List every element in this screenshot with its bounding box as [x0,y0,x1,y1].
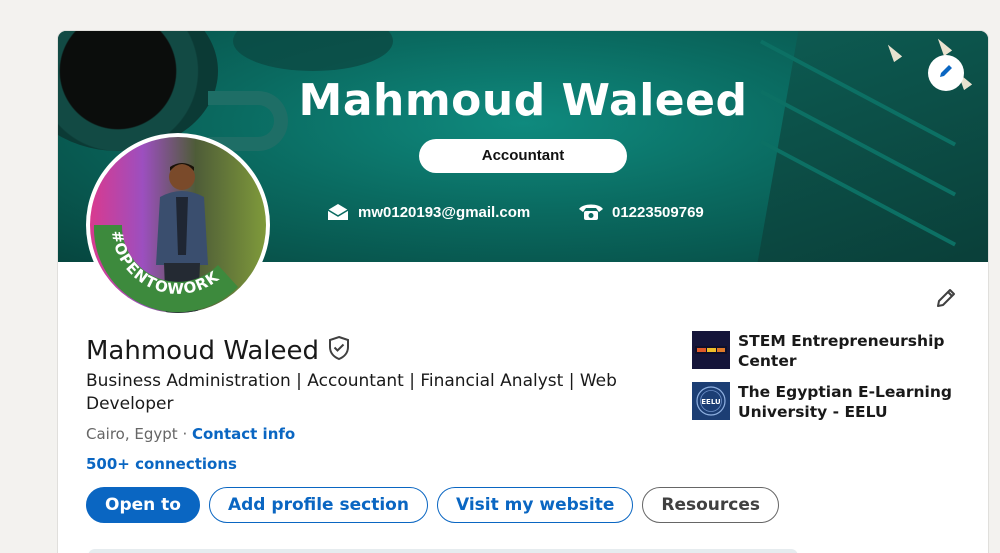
org-item-stem[interactable]: STEM Entrepreneurship Center [692,331,952,371]
connections-link[interactable]: 500+ connections [86,455,237,473]
profile-card: Mahmoud Waleed Accountant mw0120193@gmai… [58,31,988,553]
shield-check-icon[interactable] [327,335,351,366]
banner-title: Mahmoud Waleed [298,75,748,126]
pencil-icon [937,62,955,85]
pencil-icon [934,286,958,315]
name-row: Mahmoud Waleed [86,335,351,366]
opentowork-ring: #OPENTOWORK [93,225,238,313]
profile-actions: Open to Add profile section Visit my web… [86,487,780,523]
mail-icon [326,203,350,221]
org-name: STEM Entrepreneurship Center [738,332,945,370]
location-row: Cairo, Egypt · Contact info [86,425,295,443]
profile-name: Mahmoud Waleed [86,335,320,366]
banner-role-pill: Accountant [419,139,627,173]
edit-intro-button[interactable] [930,284,962,316]
coffee-cup-decoration [58,31,218,151]
contact-info-link[interactable]: Contact info [192,425,295,443]
eelu-logo-text: EELU [701,398,721,406]
eelu-logo: EELU [692,382,730,420]
resources-button[interactable]: Resources [642,487,780,523]
banner-phone-row: 01223509769 [578,203,704,221]
location-separator: · [177,425,192,443]
edit-banner-button[interactable] [928,55,964,91]
organizations-list: STEM Entrepreneurship Center EELU The Eg… [692,331,952,433]
saucer-decoration [233,31,393,71]
phone-icon [578,203,604,221]
banner-email: mw0120193@gmail.com [358,203,531,221]
org-item-eelu[interactable]: EELU The Egyptian E-Learning University … [692,382,952,422]
profile-location: Cairo, Egypt [86,425,178,443]
next-section-preview [88,549,798,553]
org-name: The Egyptian E-Learning University - EEL… [738,383,953,421]
profile-headline: Business Administration | Accountant | F… [86,371,617,414]
profile-photo[interactable]: #OPENTOWORK [86,133,270,317]
open-to-button[interactable]: Open to [86,487,200,523]
visit-website-button[interactable]: Visit my website [436,487,634,523]
banner-phone: 01223509769 [612,203,704,221]
add-profile-section-button[interactable]: Add profile section [208,487,428,523]
avatar: #OPENTOWORK [90,137,266,313]
banner-email-row: mw0120193@gmail.com [326,203,530,221]
stem-logo [692,331,730,369]
